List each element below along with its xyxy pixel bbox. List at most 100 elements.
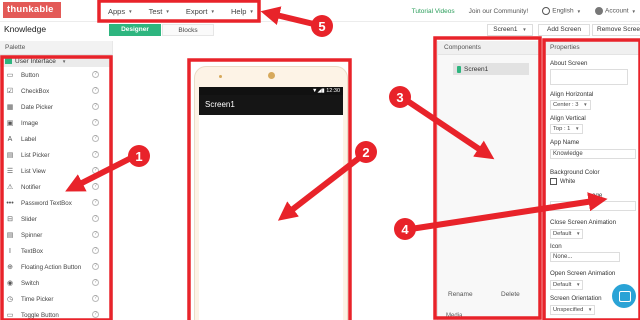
help-icon[interactable]: ? <box>92 183 99 190</box>
tab-designer[interactable]: Designer <box>109 24 161 36</box>
prop-open-screen-animation-label: Open Screen Animation <box>550 270 616 277</box>
phone-screen[interactable]: ▼◢▮ 12:30 Screen1 <box>199 87 343 320</box>
remove-screen-button[interactable]: Remove Screen <box>592 24 640 36</box>
close-screen-animation-select[interactable]: Default ▼ <box>550 229 584 239</box>
help-icon[interactable]: ? <box>92 199 99 206</box>
language-selector[interactable]: English ▼ <box>542 7 581 15</box>
app-name-input[interactable]: Knowledge <box>550 149 636 159</box>
palette-item[interactable]: ⚠ Notifier? <box>0 179 112 195</box>
align-horizontal-select[interactable]: Center : 3 ▼ <box>550 100 591 110</box>
chat-support-button[interactable] <box>612 284 636 308</box>
caret-down-icon: ▼ <box>522 27 527 32</box>
menu-help[interactable]: Help ▼ <box>223 0 262 22</box>
palette-item[interactable]: ▦ Date Picker? <box>0 99 112 115</box>
menu-test[interactable]: Test ▼ <box>141 0 178 22</box>
help-icon[interactable]: ? <box>92 311 99 318</box>
palette-item[interactable]: ⊟ Slider? <box>0 211 112 227</box>
palette-item-icon: ⚠ <box>6 184 14 191</box>
prop-screen-orientation-label: Screen Orientation <box>550 295 602 302</box>
caret-down-icon: ▼ <box>576 231 581 236</box>
prop-background-color-label: Background Color <box>550 169 600 176</box>
component-tree-screen1[interactable]: Screen1 <box>453 63 529 75</box>
help-icon[interactable]: ? <box>92 119 99 126</box>
help-icon[interactable]: ? <box>92 247 99 254</box>
palette-item-icon: ☑ <box>6 88 14 95</box>
help-icon[interactable]: ? <box>92 135 99 142</box>
background-color-value: White <box>560 178 576 185</box>
about-screen-textarea[interactable] <box>550 69 628 85</box>
palette-item[interactable]: ☑ CheckBox? <box>0 83 112 99</box>
menu-help-label: Help <box>230 6 247 16</box>
palette-category-user-interface[interactable]: User Interface ▼ <box>0 55 112 67</box>
palette-item-icon: ▤ <box>6 232 14 239</box>
open-screen-animation-select[interactable]: Default ▼ <box>550 280 584 290</box>
help-icon[interactable]: ? <box>92 295 99 302</box>
align-vertical-select[interactable]: Top : 1 ▼ <box>550 124 583 134</box>
help-icon[interactable]: ? <box>92 215 99 222</box>
callout-2-circle <box>355 141 377 163</box>
delete-button[interactable]: Delete <box>501 291 520 298</box>
palette-item-icon: ◉ <box>6 280 14 287</box>
palette-item[interactable]: ▭ Toggle Button? <box>0 307 112 320</box>
palette-item[interactable]: ⊕ Floating Action Button? <box>0 259 112 275</box>
rename-button[interactable]: Rename <box>448 291 473 298</box>
top-right-links: Tutorial Videos Join our Community! Engl… <box>412 0 636 22</box>
palette-item[interactable]: ▤ List Picker? <box>0 147 112 163</box>
caret-down-icon: ▼ <box>576 8 582 14</box>
callout-3-label: 3 <box>396 90 403 105</box>
help-icon[interactable]: ? <box>92 263 99 270</box>
palette-item[interactable]: ◷ Time Picker? <box>0 291 112 307</box>
callout-4-circle <box>394 218 416 240</box>
palette-item-icon: ☰ <box>6 168 14 175</box>
phone-camera-dot <box>268 72 275 79</box>
help-icon[interactable]: ? <box>92 103 99 110</box>
top-menu: Apps ▼ Test ▼ Export ▼ Help ▼ <box>100 0 260 22</box>
callout-4-label: 4 <box>401 222 409 237</box>
palette-item[interactable]: ••• Password TextBox? <box>0 195 112 211</box>
help-icon[interactable]: ? <box>92 167 99 174</box>
menu-apps-label: Apps <box>108 6 126 16</box>
help-icon[interactable]: ? <box>92 87 99 94</box>
palette-item[interactable]: ▭ Button? <box>0 67 112 83</box>
phone-preview: ▼◢▮ 12:30 Screen1 <box>194 66 348 320</box>
tab-blocks[interactable]: Blocks <box>162 24 214 36</box>
background-color-select[interactable]: White <box>550 178 575 185</box>
palette-item[interactable]: A Label? <box>0 131 112 147</box>
status-time: 12:30 <box>326 88 340 94</box>
callout-1-circle <box>128 145 150 167</box>
account-menu[interactable]: Account ▼ <box>595 7 636 15</box>
help-icon[interactable]: ? <box>92 279 99 286</box>
help-icon[interactable]: ? <box>92 231 99 238</box>
help-icon[interactable]: ? <box>92 151 99 158</box>
menu-apps[interactable]: Apps ▼ <box>100 0 141 22</box>
palette-item-label: Password TextBox <box>21 199 72 207</box>
caret-down-icon: ▼ <box>61 58 67 64</box>
community-link[interactable]: Join our Community! <box>469 8 529 15</box>
palette-item-label: Button <box>21 71 39 79</box>
tutorial-videos-link[interactable]: Tutorial Videos <box>412 8 455 15</box>
palette-item-icon: ▤ <box>6 152 14 159</box>
palette-category-label: User Interface <box>15 57 56 65</box>
icon-select[interactable]: None... <box>550 252 620 262</box>
menu-export[interactable]: Export ▼ <box>178 0 223 22</box>
media-header: Media <box>446 313 463 319</box>
screen-select[interactable]: Screen1 ▼ <box>487 24 533 36</box>
palette-item[interactable]: ◉ Switch? <box>0 275 112 291</box>
add-screen-button[interactable]: Add Screen <box>538 24 590 36</box>
background-image-input[interactable] <box>550 201 636 211</box>
phone-speaker-dot <box>219 75 222 78</box>
project-name: Knowledge <box>4 24 47 34</box>
screen-orientation-select[interactable]: Unspecified ▼ <box>550 305 596 315</box>
palette-item[interactable]: ▣ Image? <box>0 115 112 131</box>
palette-item-icon: ⊟ <box>7 216 13 223</box>
palette-item-label: Date Picker <box>21 103 53 111</box>
app-logo[interactable]: thunkable <box>3 2 61 18</box>
designer-toolbar: Knowledge Designer Blocks Screen1 ▼ Add … <box>0 22 640 38</box>
palette-item[interactable]: I TextBox? <box>0 243 112 259</box>
help-icon[interactable]: ? <box>92 71 99 78</box>
palette-item[interactable]: ☰ List View? <box>0 163 112 179</box>
screen-select-label: Screen1 <box>493 26 518 33</box>
palette-item-icon: I <box>9 247 11 255</box>
palette-item[interactable]: ▤ Spinner? <box>0 227 112 243</box>
palette-item-label: CheckBox <box>21 87 50 95</box>
